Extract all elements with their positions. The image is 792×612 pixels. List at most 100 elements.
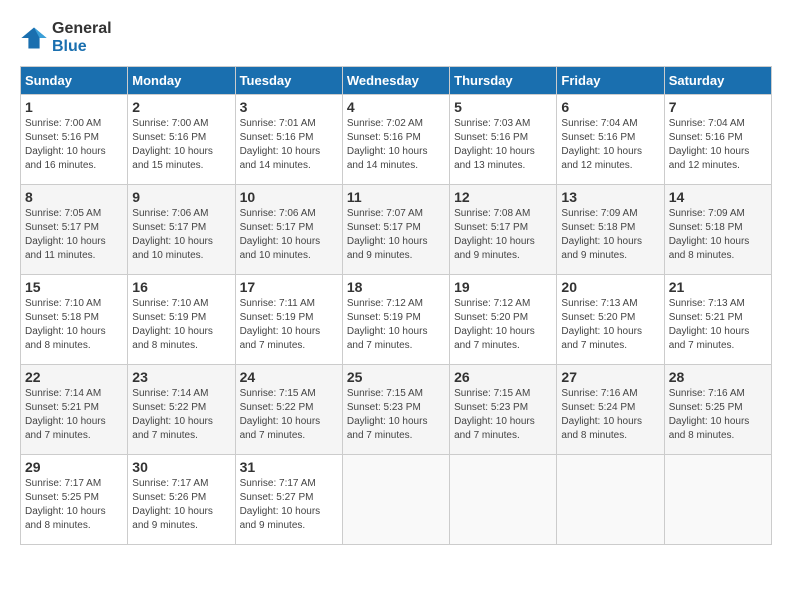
header-thursday: Thursday [450,67,557,95]
day-number: 9 [132,189,230,205]
day-number: 14 [669,189,767,205]
day-number: 16 [132,279,230,295]
day-info: Sunrise: 7:16 AM Sunset: 5:25 PM Dayligh… [669,387,767,443]
calendar-header-row: SundayMondayTuesdayWednesdayThursdayFrid… [21,67,772,95]
day-info: Sunrise: 7:13 AM Sunset: 5:20 PM Dayligh… [561,297,659,353]
calendar-cell: 23Sunrise: 7:14 AM Sunset: 5:22 PM Dayli… [128,365,235,455]
day-info: Sunrise: 7:17 AM Sunset: 5:26 PM Dayligh… [132,477,230,533]
calendar-week-4: 22 Sunrise: 7:14 AM Sunset: 5:21 PM Dayli… [21,365,772,455]
day-info: Sunrise: 7:14 AM Sunset: 5:21 PM Dayligh… [25,387,123,443]
calendar-cell: 30Sunrise: 7:17 AM Sunset: 5:26 PM Dayli… [128,455,235,545]
header-logo: General Blue [20,20,772,56]
day-number: 27 [561,369,659,385]
day-number: 22 [25,369,123,385]
calendar-cell: 29Sunrise: 7:17 AM Sunset: 5:25 PM Dayli… [21,455,128,545]
day-info: Sunrise: 7:04 AM Sunset: 5:16 PM Dayligh… [561,117,659,173]
calendar-cell: 26 Sunrise: 7:15 AM Sunset: 5:23 PM Dayli… [450,365,557,455]
day-info: Sunrise: 7:09 AM Sunset: 5:18 PM Dayligh… [669,207,767,263]
logo: General Blue [20,20,112,56]
calendar-cell: 17 Sunrise: 7:11 AM Sunset: 5:19 PM Dayli… [235,275,342,365]
calendar-cell: 20 Sunrise: 7:13 AM Sunset: 5:20 PM Dayli… [557,275,664,365]
calendar-table: SundayMondayTuesdayWednesdayThursdayFrid… [20,66,772,545]
day-info: Sunrise: 7:11 AM Sunset: 5:19 PM Dayligh… [240,297,338,353]
day-info: Sunrise: 7:03 AM Sunset: 5:16 PM Dayligh… [454,117,552,173]
calendar-cell: 10Sunrise: 7:06 AM Sunset: 5:17 PM Dayli… [235,185,342,275]
calendar-cell: 15 Sunrise: 7:10 AM Sunset: 5:18 PM Dayli… [21,275,128,365]
day-info: Sunrise: 7:00 AM Sunset: 5:16 PM Dayligh… [132,117,230,173]
calendar-cell: 18 Sunrise: 7:12 AM Sunset: 5:19 PM Dayli… [342,275,449,365]
day-info: Sunrise: 7:04 AM Sunset: 5:16 PM Dayligh… [669,117,767,173]
calendar-cell: 11 Sunrise: 7:07 AM Sunset: 5:17 PM Dayli… [342,185,449,275]
calendar-cell: 16 Sunrise: 7:10 AM Sunset: 5:19 PM Dayli… [128,275,235,365]
day-number: 18 [347,279,445,295]
day-info: Sunrise: 7:13 AM Sunset: 5:21 PM Dayligh… [669,297,767,353]
day-number: 20 [561,279,659,295]
day-info: Sunrise: 7:01 AM Sunset: 5:16 PM Dayligh… [240,117,338,173]
day-info: Sunrise: 7:16 AM Sunset: 5:24 PM Dayligh… [561,387,659,443]
day-number: 12 [454,189,552,205]
day-number: 8 [25,189,123,205]
calendar-week-2: 8 Sunrise: 7:05 AM Sunset: 5:17 PM Daylig… [21,185,772,275]
calendar-cell: 5 Sunrise: 7:03 AM Sunset: 5:16 PM Daylig… [450,95,557,185]
day-number: 5 [454,99,552,115]
day-number: 25 [347,369,445,385]
day-info: Sunrise: 7:10 AM Sunset: 5:18 PM Dayligh… [25,297,123,353]
day-number: 1 [25,99,123,115]
calendar-cell: 9 Sunrise: 7:06 AM Sunset: 5:17 PM Daylig… [128,185,235,275]
calendar-cell [664,455,771,545]
day-number: 6 [561,99,659,115]
header-monday: Monday [128,67,235,95]
calendar-cell [557,455,664,545]
calendar-week-5: 29Sunrise: 7:17 AM Sunset: 5:25 PM Dayli… [21,455,772,545]
day-info: Sunrise: 7:10 AM Sunset: 5:19 PM Dayligh… [132,297,230,353]
day-number: 31 [240,459,338,475]
calendar-cell: 25Sunrise: 7:15 AM Sunset: 5:23 PM Dayli… [342,365,449,455]
logo-text: General Blue [52,20,112,56]
calendar-cell: 8 Sunrise: 7:05 AM Sunset: 5:17 PM Daylig… [21,185,128,275]
day-number: 19 [454,279,552,295]
header-sunday: Sunday [21,67,128,95]
day-info: Sunrise: 7:05 AM Sunset: 5:17 PM Dayligh… [25,207,123,263]
calendar-cell: 21 Sunrise: 7:13 AM Sunset: 5:21 PM Dayli… [664,275,771,365]
calendar-cell: 19 Sunrise: 7:12 AM Sunset: 5:20 PM Dayli… [450,275,557,365]
day-number: 11 [347,189,445,205]
day-number: 3 [240,99,338,115]
day-number: 26 [454,369,552,385]
logo-bird-icon [20,24,48,52]
day-info: Sunrise: 7:12 AM Sunset: 5:19 PM Dayligh… [347,297,445,353]
calendar-week-3: 15 Sunrise: 7:10 AM Sunset: 5:18 PM Dayli… [21,275,772,365]
day-info: Sunrise: 7:17 AM Sunset: 5:27 PM Dayligh… [240,477,338,533]
day-info: Sunrise: 7:15 AM Sunset: 5:23 PM Dayligh… [454,387,552,443]
calendar-cell: 27 Sunrise: 7:16 AM Sunset: 5:24 PM Dayli… [557,365,664,455]
header-saturday: Saturday [664,67,771,95]
calendar-week-1: 1 Sunrise: 7:00 AM Sunset: 5:16 PM Daylig… [21,95,772,185]
day-number: 10 [240,189,338,205]
day-info: Sunrise: 7:12 AM Sunset: 5:20 PM Dayligh… [454,297,552,353]
header-tuesday: Tuesday [235,67,342,95]
day-info: Sunrise: 7:06 AM Sunset: 5:17 PM Dayligh… [132,207,230,263]
day-number: 4 [347,99,445,115]
day-number: 28 [669,369,767,385]
day-info: Sunrise: 7:08 AM Sunset: 5:17 PM Dayligh… [454,207,552,263]
day-number: 29 [25,459,123,475]
calendar-cell [342,455,449,545]
day-info: Sunrise: 7:02 AM Sunset: 5:16 PM Dayligh… [347,117,445,173]
day-info: Sunrise: 7:00 AM Sunset: 5:16 PM Dayligh… [25,117,123,173]
day-info: Sunrise: 7:14 AM Sunset: 5:22 PM Dayligh… [132,387,230,443]
day-number: 21 [669,279,767,295]
calendar-cell: 31 Sunrise: 7:17 AM Sunset: 5:27 PM Dayli… [235,455,342,545]
calendar-cell: 1 Sunrise: 7:00 AM Sunset: 5:16 PM Daylig… [21,95,128,185]
calendar-cell: 7 Sunrise: 7:04 AM Sunset: 5:16 PM Daylig… [664,95,771,185]
day-number: 7 [669,99,767,115]
header-wednesday: Wednesday [342,67,449,95]
calendar-cell: 28 Sunrise: 7:16 AM Sunset: 5:25 PM Dayli… [664,365,771,455]
day-number: 17 [240,279,338,295]
calendar-cell: 14 Sunrise: 7:09 AM Sunset: 5:18 PM Dayli… [664,185,771,275]
calendar-cell: 22 Sunrise: 7:14 AM Sunset: 5:21 PM Dayli… [21,365,128,455]
day-info: Sunrise: 7:15 AM Sunset: 5:22 PM Dayligh… [240,387,338,443]
day-number: 15 [25,279,123,295]
calendar-cell: 12 Sunrise: 7:08 AM Sunset: 5:17 PM Dayli… [450,185,557,275]
day-number: 13 [561,189,659,205]
header-friday: Friday [557,67,664,95]
day-info: Sunrise: 7:07 AM Sunset: 5:17 PM Dayligh… [347,207,445,263]
